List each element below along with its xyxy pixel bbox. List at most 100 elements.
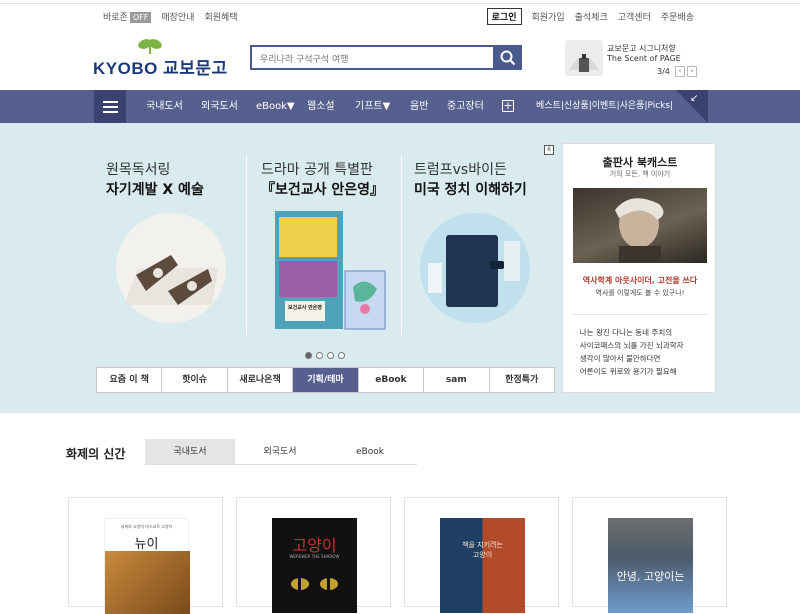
login-button[interactable]: 로그인	[486, 7, 522, 25]
tab-ebooks[interactable]: eBook	[325, 439, 415, 464]
banner-dot[interactable]	[327, 352, 334, 359]
search-box	[250, 45, 495, 71]
bookcast-list: 나는 왕진 다니는 동네 주치의 사이코패스의 뇌를 가진 뇌과학자 생각이 많…	[575, 326, 684, 378]
book-cover: 세계의 고양이 마스코트 고양이 뉴이	[104, 518, 190, 614]
logo-text: KYOBO 교보문고	[93, 59, 228, 78]
cat-eyes-image	[291, 578, 338, 590]
book-small-text: WEREWER THE SHADOW	[289, 554, 340, 559]
utility-left: 바로존 OFF 매장안내 회원혜택	[103, 8, 238, 24]
tab-domestic-books[interactable]: 국내도서	[145, 439, 235, 464]
tab-theme[interactable]: 기획/테마	[293, 368, 359, 392]
bookcast-list-item[interactable]: 어른이도 위로와 용기가 필요해	[575, 365, 684, 378]
search-icon	[500, 50, 516, 65]
tab-recent-book[interactable]: 요즘 이 책	[97, 368, 163, 392]
promo-line2: The Scent of PAGE	[607, 54, 681, 63]
book-cover: 안녕, 고양이는	[608, 518, 693, 613]
banner-divider	[246, 155, 247, 335]
tab-hot-issue[interactable]: 핫이슈	[162, 368, 228, 392]
main-banner: 원목독서링 자기계발 X 예술 드라마 공개 특별판 『보건교사 안은영』 보건…	[96, 145, 556, 367]
nav-plus-button[interactable]: +	[502, 100, 514, 112]
banner-subtitle: 자기계발 X 예술	[106, 182, 204, 198]
banner-dot[interactable]	[305, 352, 312, 359]
book-title: 고양이	[292, 536, 337, 555]
search-input[interactable]	[252, 49, 493, 71]
banner-book-image: 보건교사 안은영	[271, 209, 386, 334]
bookcast-list-item[interactable]: 사이코패스의 뇌를 가진 뇌과학자	[575, 339, 684, 352]
top-border	[0, 0, 800, 4]
publisher-bookcast[interactable]: 출판사 북캐스트 거의 모든, 책 이야기 역사학계 아웃사이더, 고전을 쓰다…	[562, 143, 716, 393]
promo-image	[565, 40, 603, 76]
banner-subtitle: 미국 정치 이해하기	[414, 182, 527, 198]
banner-dot[interactable]	[316, 352, 323, 359]
tab-foreign-books[interactable]: 외국도서	[235, 439, 325, 464]
banner-title: 원목독서링	[106, 162, 171, 178]
tab-sam[interactable]: sam	[424, 368, 490, 392]
banner-pause-button[interactable]: II	[544, 145, 554, 155]
promo-prev-button[interactable]: ‹	[675, 66, 685, 77]
book-card[interactable]: 세계의 고양이 마스코트 고양이 뉴이	[68, 497, 223, 614]
nav-item-gift[interactable]: 기프트▼	[355, 90, 390, 123]
bookcast-image	[573, 188, 707, 263]
bookcast-subtitle: 거의 모든, 책 이야기	[609, 170, 671, 178]
bookcast-separator	[573, 314, 707, 315]
bookcast-title: 출판사 북캐스트	[602, 156, 678, 169]
bookcast-list-item[interactable]: 생각이 많아서 불안하다면	[575, 352, 684, 365]
order-delivery-link[interactable]: 주문배송	[661, 10, 694, 23]
nav-item-used[interactable]: 중고장터	[447, 90, 484, 123]
banner-panel-politics[interactable]: 트럼프vs바이든 미국 정치 이해하기	[404, 145, 554, 367]
store-info-link[interactable]: 매장안내	[161, 10, 194, 23]
join-link[interactable]: 회원가입	[532, 10, 565, 23]
main-nav: 국내도서 외국도서 eBook▼ 웹소설 기프트▼ 음반 중고장터 + 베스트|…	[0, 90, 800, 123]
promo-page-indicator: 3/4	[657, 67, 670, 76]
promo-line1: 교보문고 시그니처향	[607, 44, 676, 53]
nav-item-webnovel[interactable]: 웹소설	[307, 90, 335, 123]
banner-title: 드라마 공개 특별판	[261, 162, 373, 178]
book-card[interactable]: 고양이 WEREWER THE SHADOW	[236, 497, 391, 613]
nav-item-foreign[interactable]: 외국도서	[201, 90, 238, 123]
banner-subtitle: 『보건교사 안은영』	[261, 182, 385, 198]
leaf-logo-icon	[138, 39, 162, 54]
book-title: 책을 지키려는 고양이	[462, 541, 503, 559]
book-card[interactable]: 책을 지키려는 고양이	[404, 497, 559, 613]
tab-ebook[interactable]: eBook	[359, 368, 425, 392]
bookcast-desc: 역사를 이렇게도 볼 수 있구나!	[595, 289, 685, 297]
off-badge[interactable]: OFF	[129, 11, 152, 23]
book-cover: 책을 지키려는 고양이	[440, 518, 525, 613]
nav-item-ebook[interactable]: eBook▼	[256, 90, 295, 123]
expand-arrow-icon: ↙	[690, 93, 699, 104]
section-tabs: 국내도서 외국도서 eBook	[145, 439, 417, 465]
bookcast-headline[interactable]: 역사학계 아웃사이더, 고전을 쓰다	[563, 275, 717, 286]
banner-image	[116, 213, 226, 323]
kyobo-logo[interactable]: KYOBO 교보문고	[93, 38, 227, 78]
nav-item-domestic[interactable]: 국내도서	[146, 90, 183, 123]
cat-image	[105, 551, 190, 614]
barozone-link[interactable]: 바로존 OFF	[103, 10, 152, 23]
tab-new-books[interactable]: 새로나온책	[228, 368, 294, 392]
banner-panel-ring[interactable]: 원목독서링 자기계발 X 예술	[96, 145, 246, 367]
banner-image	[420, 213, 530, 323]
attendance-link[interactable]: 출석체크	[575, 10, 608, 23]
search-button[interactable]	[494, 45, 522, 70]
book-cover: 고양이 WEREWER THE SHADOW	[272, 518, 357, 613]
banner-title: 트럼프vs바이든	[414, 162, 507, 178]
banner-pagination	[305, 352, 345, 359]
member-benefit-link[interactable]: 회원혜택	[204, 10, 237, 23]
section-title: 화제의 신간	[66, 447, 126, 461]
book-title: 안녕, 고양이는	[616, 570, 685, 583]
tab-limited-sale[interactable]: 한정특가	[490, 368, 554, 392]
banner-divider	[401, 155, 402, 335]
banner-tabs: 요즘 이 책 핫이슈 새로나온책 기획/테마 eBook sam 한정특가	[96, 367, 555, 393]
promo-widget[interactable]: 교보문고 시그니처향 The Scent of PAGE 3/4 ‹ ›	[565, 40, 700, 80]
book-card[interactable]: 안녕, 고양이는	[572, 497, 727, 613]
hamburger-menu-button[interactable]	[94, 90, 126, 123]
bookcast-list-item[interactable]: 나는 왕진 다니는 동네 주치의	[575, 326, 684, 339]
banner-dot[interactable]	[338, 352, 345, 359]
utility-right: 로그인 회원가입 출석체크 고객센터 주문배송	[486, 7, 694, 25]
nav-item-music[interactable]: 음반	[410, 90, 428, 123]
customer-center-link[interactable]: 고객센터	[618, 10, 651, 23]
promo-next-button[interactable]: ›	[687, 66, 697, 77]
nav-extra-links[interactable]: 베스트|신상품|이벤트|사은품|Picks|	[536, 90, 673, 123]
book-title: 뉴이	[134, 537, 159, 552]
banner-panel-drama[interactable]: 드라마 공개 특별판 『보건교사 안은영』 보건교사 안은영	[251, 145, 401, 367]
book-small-text: 세계의 고양이 마스코트 고양이	[120, 524, 173, 529]
